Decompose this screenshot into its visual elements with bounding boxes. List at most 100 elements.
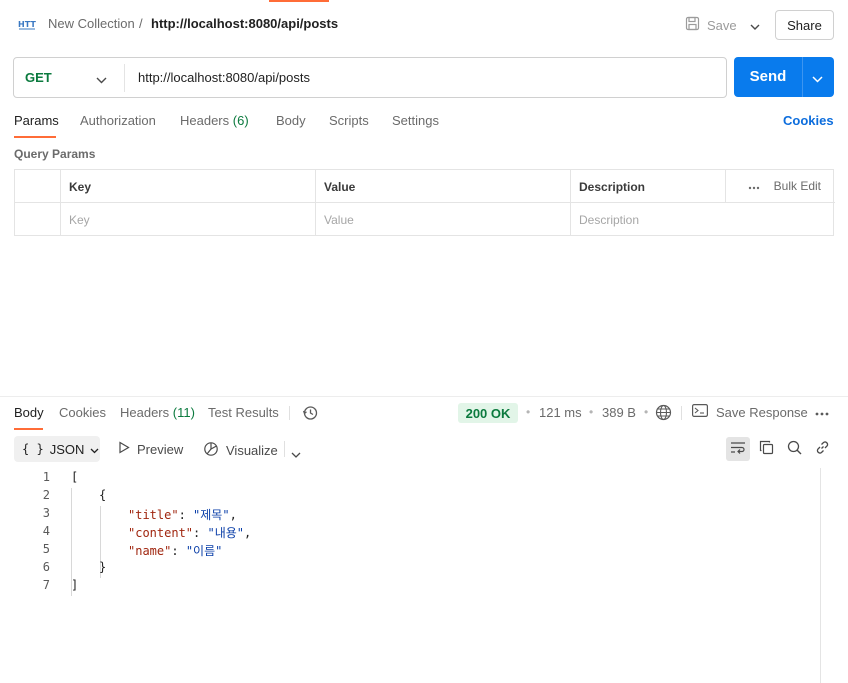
method-select[interactable]: GET: [25, 70, 52, 85]
json-colon: :: [178, 508, 194, 522]
json-colon: :: [193, 526, 208, 540]
chevron-down-icon[interactable]: [96, 72, 107, 87]
json-key: "name": [128, 544, 172, 558]
word-wrap-button[interactable]: [726, 437, 750, 461]
separator-dot: •: [644, 405, 649, 419]
bulk-edit-button[interactable]: Bulk Edit: [774, 179, 821, 193]
save-icon: [685, 16, 700, 34]
wrap-icon: [730, 441, 746, 458]
line-number: 6: [42, 560, 50, 574]
response-tab-body[interactable]: Body: [14, 405, 44, 420]
line-number: 7: [42, 578, 50, 592]
url-bar: GET http://localhost:8080/api/posts: [13, 57, 727, 98]
row-checkbox-cell[interactable]: [15, 203, 61, 236]
json-value: "제목": [193, 508, 230, 522]
value-input[interactable]: Value: [316, 203, 571, 236]
json-value: "내용": [207, 526, 245, 540]
request-title[interactable]: http://localhost:8080/api/posts: [151, 16, 338, 31]
response-tab-cookies[interactable]: Cookies: [59, 405, 106, 420]
divider: [124, 64, 125, 92]
visualize-button[interactable]: Visualize: [203, 441, 278, 460]
code-text: {: [99, 488, 107, 502]
line-number: 2: [42, 488, 50, 502]
preview-label: Preview: [137, 441, 184, 457]
tab-authorization[interactable]: Authorization: [80, 113, 156, 128]
line-number: 3: [42, 506, 50, 520]
save-options-button[interactable]: [743, 12, 767, 38]
breadcrumb-collection[interactable]: New Collection: [48, 16, 135, 31]
link-button[interactable]: [810, 437, 834, 461]
save-response-label: Save Response: [716, 404, 808, 420]
send-button[interactable]: Send: [734, 57, 834, 97]
code-line: 1 [: [0, 470, 820, 488]
active-tab-indicator: [14, 136, 56, 138]
response-tab-headers[interactable]: Headers (11): [120, 405, 195, 420]
status-badge[interactable]: 200 OK: [458, 403, 518, 423]
save-response-icon: [692, 404, 709, 420]
search-icon: [787, 440, 802, 458]
divider: [724, 169, 726, 202]
response-format-label: JSON: [49, 441, 85, 457]
json-comma: ,: [229, 508, 237, 522]
search-button[interactable]: [782, 437, 806, 461]
copy-icon: [759, 440, 774, 458]
more-icon[interactable]: [815, 404, 829, 419]
visualize-label: Visualize: [226, 443, 278, 458]
editor-scrollbar[interactable]: [820, 468, 821, 683]
code-line: 3 "title": "제목",: [0, 506, 820, 524]
more-icon[interactable]: [748, 179, 760, 193]
code-line: 2 {: [0, 488, 820, 506]
code-line: 7 ]: [0, 578, 820, 596]
query-params-title: Query Params: [14, 147, 96, 161]
separator-dot: •: [589, 405, 594, 419]
response-size[interactable]: 389 B: [602, 405, 636, 420]
tab-headers[interactable]: Headers (6): [180, 113, 249, 128]
response-format-select[interactable]: { } JSON: [14, 436, 100, 462]
description-input[interactable]: Description: [571, 203, 835, 236]
play-icon: [118, 441, 130, 457]
response-tab-test-results[interactable]: Test Results: [208, 405, 279, 420]
query-params-table: Key Value Description Bulk Edit Key Valu…: [14, 169, 835, 236]
code-text: }: [99, 560, 107, 574]
tab-headers-count: (6): [232, 113, 249, 128]
response-time[interactable]: 121 ms: [539, 405, 582, 420]
globe-icon[interactable]: [655, 404, 672, 424]
http-icon: HTTP: [18, 17, 42, 31]
response-divider[interactable]: [0, 396, 848, 397]
response-tab-headers-count: (11): [172, 405, 195, 420]
svg-text:HTTP: HTTP: [18, 20, 36, 29]
tab-headers-label: Headers: [180, 113, 230, 128]
save-response-button[interactable]: Save Response: [692, 404, 808, 420]
column-header-key: Key: [61, 170, 316, 203]
json-colon: :: [171, 544, 186, 558]
history-icon[interactable]: [302, 405, 318, 424]
response-tab-headers-label: Headers: [120, 405, 170, 420]
tab-scripts[interactable]: Scripts: [329, 113, 369, 128]
preview-button[interactable]: Preview: [118, 441, 183, 457]
code-text: [: [71, 470, 79, 484]
json-value: "이름": [185, 544, 223, 558]
tab-body[interactable]: Body: [276, 113, 306, 128]
chevron-down-icon[interactable]: [291, 446, 301, 461]
line-number: 5: [42, 542, 50, 556]
divider: [284, 441, 285, 457]
url-input[interactable]: http://localhost:8080/api/posts: [138, 70, 310, 85]
divider: [289, 406, 290, 420]
line-number: 1: [42, 470, 50, 484]
visualize-icon: [203, 441, 219, 460]
send-label: Send: [749, 68, 787, 85]
save-button[interactable]: Save: [685, 12, 737, 38]
chevron-down-icon: [90, 442, 99, 457]
share-button[interactable]: Share: [775, 10, 834, 40]
chevron-down-icon[interactable]: [812, 71, 823, 86]
tab-params[interactable]: Params: [14, 113, 59, 128]
key-input[interactable]: Key: [61, 203, 316, 236]
copy-button[interactable]: [754, 437, 778, 461]
save-label: Save: [707, 17, 737, 33]
tab-settings[interactable]: Settings: [392, 113, 439, 128]
cookies-link[interactable]: Cookies: [783, 113, 834, 128]
chevron-down-icon: [750, 18, 760, 33]
code-line: 5 "name": "이름": [0, 542, 820, 560]
separator-dot: •: [526, 405, 531, 419]
breadcrumb-separator: /: [139, 16, 143, 31]
